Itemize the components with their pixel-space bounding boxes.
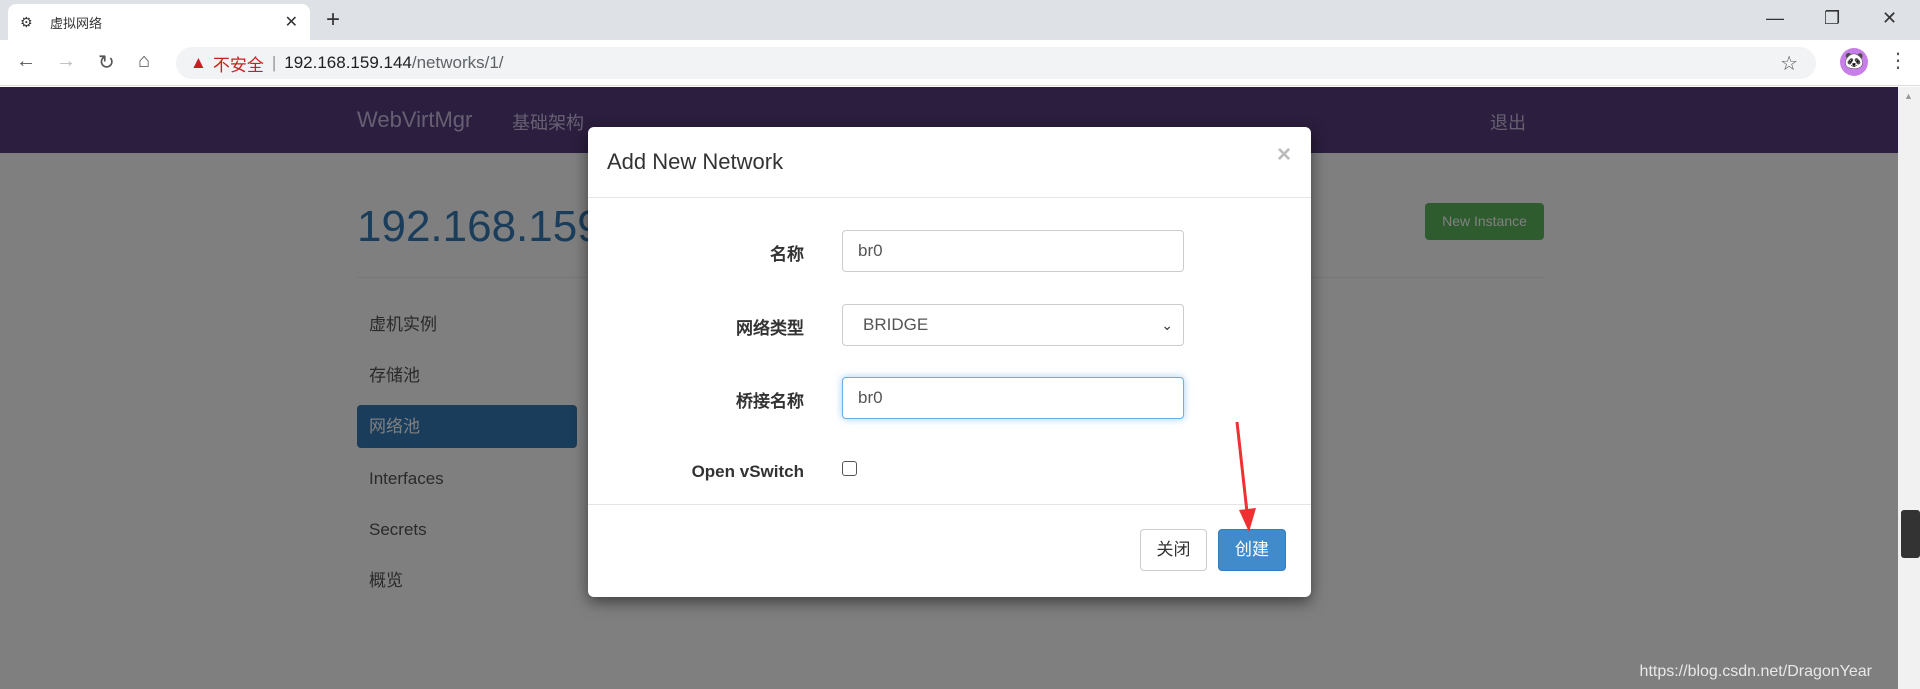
- new-tab-icon[interactable]: +: [326, 6, 340, 34]
- modal-close-icon[interactable]: ×: [1277, 141, 1291, 169]
- network-type-label: 网络类型: [736, 319, 804, 338]
- openvswitch-checkbox[interactable]: [842, 461, 857, 476]
- scrollbar[interactable]: ▲: [1898, 87, 1920, 689]
- close-tab-icon[interactable]: ✕: [285, 12, 298, 32]
- bridge-name-label: 桥接名称: [736, 392, 804, 411]
- network-type-select[interactable]: BRIDGE ⌄: [842, 304, 1184, 346]
- warning-icon: ▲: [190, 53, 207, 72]
- separator: |: [271, 53, 277, 72]
- profile-avatar[interactable]: 🐼: [1840, 48, 1868, 76]
- address-bar[interactable]: ▲ 不安全 | 192.168.159.144/networks/1/ ☆: [176, 47, 1816, 79]
- url-path: /networks/1/: [411, 53, 504, 72]
- close-window-icon[interactable]: ✕: [1882, 8, 1897, 29]
- watermark: https://blog.csdn.net/DragonYear: [1639, 663, 1872, 680]
- modal-title: Add New Network: [607, 149, 784, 174]
- browser-toolbar: ← → ↻ ⌂ ▲ 不安全 | 192.168.159.144/networks…: [0, 40, 1920, 86]
- side-widget[interactable]: [1901, 510, 1920, 558]
- scroll-up-icon[interactable]: ▲: [1904, 91, 1913, 101]
- modal-footer-divider: [588, 504, 1311, 505]
- chevron-down-icon: ⌄: [1161, 317, 1173, 333]
- add-network-modal: Add New Network × 名称 br0 网络类型 BRIDGE ⌄ 桥…: [588, 127, 1311, 597]
- tab-title: 虚拟网络: [50, 15, 103, 31]
- modal-header: Add New Network ×: [588, 127, 1311, 198]
- bridge-name-input[interactable]: br0: [842, 377, 1184, 419]
- browser-tab[interactable]: ⚙ 虚拟网络 ✕: [8, 4, 310, 40]
- name-label: 名称: [770, 245, 804, 264]
- home-icon[interactable]: ⌂: [138, 50, 150, 73]
- bookmark-star-icon[interactable]: ☆: [1780, 51, 1798, 76]
- openvswitch-label: Open vSwitch: [691, 462, 804, 481]
- name-input[interactable]: br0: [842, 230, 1184, 272]
- tab-strip: ⚙ 虚拟网络 ✕ + — ❐ ✕: [0, 0, 1920, 40]
- insecure-label: 不安全: [212, 55, 264, 75]
- reload-icon[interactable]: ↻: [98, 50, 115, 75]
- back-icon[interactable]: ←: [16, 50, 36, 73]
- create-button[interactable]: 创建: [1218, 529, 1286, 571]
- minimize-icon[interactable]: —: [1766, 8, 1784, 29]
- network-type-value: BRIDGE: [863, 315, 929, 334]
- restore-icon[interactable]: ❐: [1824, 8, 1840, 29]
- favicon-icon: ⚙: [20, 14, 33, 30]
- forward-icon[interactable]: →: [56, 50, 76, 73]
- close-button[interactable]: 关闭: [1140, 529, 1207, 571]
- browser-menu-icon[interactable]: ⋮: [1888, 48, 1908, 73]
- url-host: 192.168.159.144: [284, 53, 412, 72]
